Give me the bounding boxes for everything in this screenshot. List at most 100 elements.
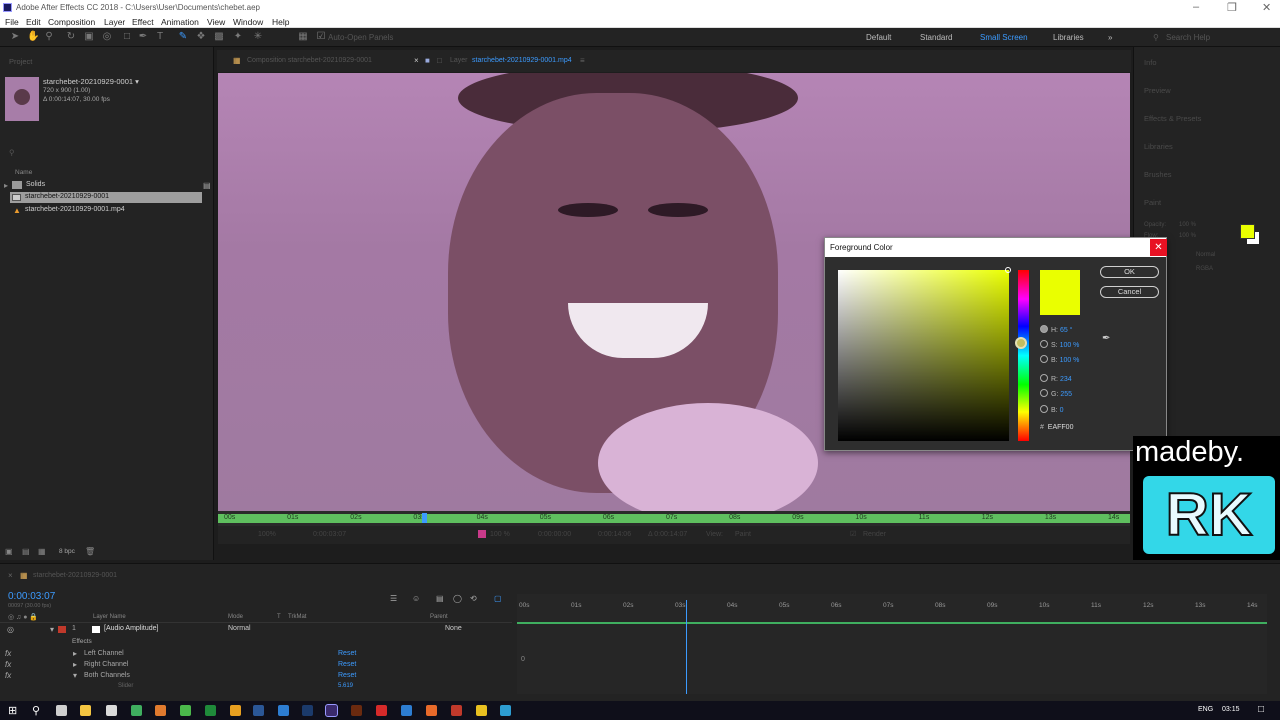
- effects-group[interactable]: Effects: [72, 638, 92, 645]
- effect-row-right[interactable]: fx ▸ Right Channel Reset: [0, 660, 512, 671]
- tab-close-icon[interactable]: ×: [414, 56, 419, 65]
- timeline-comp-tab[interactable]: starchebet-20210929-0001: [33, 572, 117, 579]
- tab-layer[interactable]: starchebet-20210929-0001.mp4: [472, 57, 572, 64]
- saturation-radio[interactable]: [1040, 340, 1048, 348]
- edge-icon[interactable]: [401, 705, 412, 716]
- eyedropper-icon[interactable]: ✒: [1102, 333, 1110, 344]
- language-indicator[interactable]: ENG: [1198, 706, 1213, 713]
- puppet-tool-icon[interactable]: ✳: [253, 32, 263, 42]
- type-tool-icon[interactable]: T: [155, 32, 165, 42]
- timeline-playhead[interactable]: [685, 600, 687, 694]
- layer-time-ruler[interactable]: 00s 01s 02s 03s 04s 05s 06s 07s 08s 09s 10s 11s 12s 1…: [218, 511, 1130, 526]
- view-select[interactable]: Paint: [735, 531, 751, 538]
- list-item-solids[interactable]: ▸ Solids: [4, 180, 204, 191]
- clock[interactable]: 03:15: [1222, 706, 1240, 713]
- brush-tool-icon[interactable]: ✎: [178, 32, 188, 42]
- clone-stamp-tool-icon[interactable]: ❖: [196, 32, 206, 42]
- col-trkmat[interactable]: TrkMat: [288, 614, 306, 620]
- menu-view[interactable]: View: [207, 17, 225, 27]
- fx-icon[interactable]: fx: [5, 660, 11, 669]
- reset-link[interactable]: Reset: [338, 661, 356, 668]
- project-search-icon[interactable]: ⚲: [9, 148, 15, 157]
- rectangle-tool-icon[interactable]: □: [122, 32, 132, 42]
- draft3d-icon[interactable]: ☰: [390, 594, 397, 603]
- ok-button[interactable]: OK: [1100, 266, 1159, 278]
- work-area-bar[interactable]: [517, 622, 1267, 624]
- layer-mode-select[interactable]: Normal: [228, 625, 251, 632]
- new-folder-icon[interactable]: ▤: [22, 547, 30, 556]
- timeline-graph-area[interactable]: 00s 01s 02s 03s 04s 05s 06s 07s 08s 09s 10s 11s 12s 1…: [517, 594, 1267, 694]
- panel-libraries[interactable]: Libraries: [1144, 142, 1173, 151]
- chrome-icon[interactable]: [476, 705, 487, 716]
- paint-opacity-value[interactable]: 100 %: [1179, 222, 1196, 228]
- view-icon[interactable]: ▢: [494, 594, 502, 603]
- app-icon[interactable]: [180, 705, 191, 716]
- close-window-icon[interactable]: ✕: [1262, 1, 1271, 14]
- col-layer-name[interactable]: Layer Name: [93, 614, 126, 620]
- interpret-footage-icon[interactable]: ▣: [5, 547, 13, 556]
- slider-value[interactable]: 5.619: [338, 683, 353, 689]
- panel-effects-presets[interactable]: Effects & Presets: [1144, 114, 1201, 123]
- menu-window[interactable]: Window: [233, 17, 263, 27]
- firefox-icon[interactable]: [426, 705, 437, 716]
- opera-icon[interactable]: [376, 705, 387, 716]
- menu-effect[interactable]: Effect: [132, 17, 154, 27]
- cancel-button[interactable]: Cancel: [1100, 286, 1159, 298]
- panel-brushes[interactable]: Brushes: [1144, 170, 1172, 179]
- graph-editor-icon[interactable]: ⟲: [470, 594, 477, 603]
- hex-field[interactable]: # EAFF00: [1040, 424, 1073, 431]
- in-point[interactable]: 0:00:00:00: [538, 531, 571, 538]
- expand-icon[interactable]: ▾: [73, 671, 77, 680]
- app-icon[interactable]: [500, 705, 511, 716]
- file-explorer-icon[interactable]: [80, 705, 91, 716]
- shield-icon[interactable]: [131, 705, 142, 716]
- restore-icon[interactable]: ❐: [1227, 1, 1237, 14]
- saturation-field[interactable]: S: 100 %: [1040, 340, 1079, 349]
- label-color[interactable]: [58, 626, 66, 633]
- camera-tool-icon[interactable]: ▣: [84, 32, 94, 42]
- reset-link[interactable]: Reset: [338, 650, 356, 657]
- workspaces-overflow-icon[interactable]: »: [1108, 33, 1112, 42]
- zoom-tool-icon[interactable]: ⚲: [44, 32, 54, 42]
- project-item-name[interactable]: starchebet-20210929-0001 ▾: [43, 77, 139, 86]
- red-field[interactable]: R: 234: [1040, 374, 1072, 383]
- illustrator-icon[interactable]: [351, 705, 362, 716]
- motion-blur-icon[interactable]: ◯: [453, 594, 462, 603]
- slider-property[interactable]: Slider: [118, 683, 133, 689]
- panel-info[interactable]: Info: [1144, 58, 1157, 67]
- saturation-brightness-field[interactable]: [838, 270, 1009, 441]
- hue-field[interactable]: H: 65 °: [1040, 325, 1072, 334]
- blue-radio[interactable]: [1040, 405, 1048, 413]
- photoshop-icon[interactable]: [302, 705, 313, 716]
- menu-animation[interactable]: Animation: [161, 17, 199, 27]
- new-comp-icon[interactable]: ▦: [38, 547, 46, 556]
- roto-brush-tool-icon[interactable]: ✦: [233, 32, 243, 42]
- minimize-icon[interactable]: –: [1193, 1, 1199, 13]
- timeline-timecode[interactable]: 0:00:03:07: [8, 591, 55, 602]
- hue-value[interactable]: 65 °: [1060, 327, 1073, 334]
- zoom-level[interactable]: 100%: [258, 531, 276, 538]
- col-parent[interactable]: Parent: [430, 614, 448, 620]
- workspace-libraries[interactable]: Libraries: [1053, 33, 1084, 42]
- acrobat-icon[interactable]: [451, 705, 462, 716]
- rotate-tool-icon[interactable]: ↻: [66, 32, 76, 42]
- expand-icon[interactable]: ▸: [73, 649, 77, 658]
- fx-icon[interactable]: fx: [5, 671, 11, 680]
- green-value[interactable]: 255: [1060, 391, 1072, 398]
- blue-value[interactable]: 0: [1060, 407, 1064, 414]
- viewer-current-time[interactable]: 0:00:03:07: [313, 531, 346, 538]
- hand-tool-icon[interactable]: ✋: [27, 32, 39, 42]
- menu-composition[interactable]: Composition: [48, 17, 95, 27]
- app-icon[interactable]: [278, 705, 289, 716]
- menu-edit[interactable]: Edit: [26, 17, 41, 27]
- frame-blending-icon[interactable]: ▤: [436, 594, 444, 603]
- after-effects-icon[interactable]: [325, 704, 338, 717]
- brightness-field[interactable]: B: 100 %: [1040, 355, 1079, 364]
- panel-preview[interactable]: Preview: [1144, 86, 1171, 95]
- hue-slider[interactable]: [1018, 270, 1029, 441]
- menu-file[interactable]: File: [5, 17, 19, 27]
- color-picker-cursor[interactable]: [1005, 267, 1011, 273]
- green-radio[interactable]: [1040, 389, 1048, 397]
- search-icon[interactable]: ⚲: [32, 704, 40, 717]
- snapping-icon[interactable]: ▦: [298, 32, 308, 42]
